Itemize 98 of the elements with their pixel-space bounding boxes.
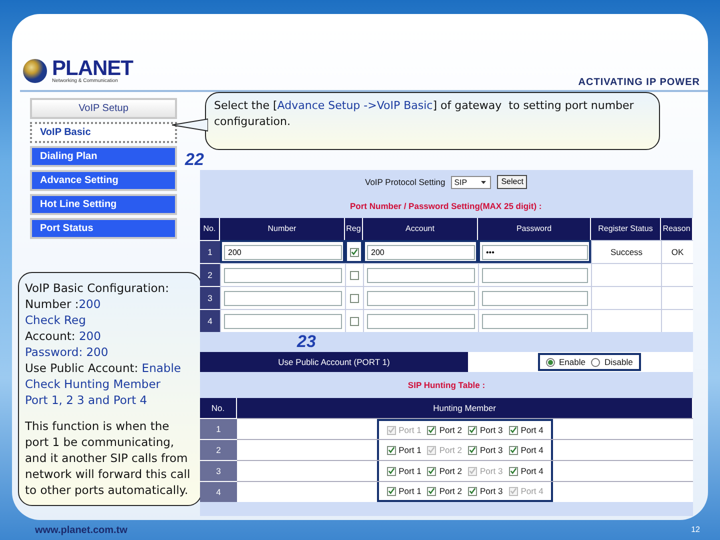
member-checkbox[interactable]: Port 4 (508, 424, 544, 436)
reg-checkbox[interactable] (350, 248, 359, 256)
table-cell (661, 263, 693, 286)
row-number: 1 (200, 418, 237, 439)
column-header: Password (478, 218, 591, 240)
row-number: 4 (200, 481, 237, 502)
password-field[interactable] (482, 290, 588, 306)
account-field[interactable] (367, 314, 475, 328)
checkmark-icon (469, 426, 476, 434)
step-number: 22 (185, 150, 204, 170)
menu-item[interactable]: Port Status (30, 218, 177, 239)
number-field[interactable] (224, 290, 342, 306)
row-number: 3 (200, 286, 220, 309)
table-cell (661, 286, 693, 309)
field-label: VoIP Protocol Setting (365, 176, 446, 188)
password-field[interactable]: ••• (482, 244, 588, 260)
note-line: VoIP Basic Configuration: (25, 280, 170, 296)
column-header: Hunting Member (237, 398, 693, 418)
checkmark-icon (351, 248, 358, 256)
table-cell: OK (661, 240, 693, 263)
member-checkbox[interactable]: Port 2 (427, 424, 462, 436)
row-label: Use Public Account (PORT 1) (200, 352, 468, 372)
number-field[interactable] (224, 314, 342, 328)
note-line: Use Public Account: Enable (25, 360, 182, 376)
column-header: Account (363, 218, 478, 240)
checkmark-icon (428, 446, 436, 454)
row-number: 2 (200, 263, 220, 286)
select-button[interactable]: Select (497, 175, 528, 189)
radio-option[interactable]: Disable (591, 356, 633, 368)
checkmark-icon (428, 467, 436, 475)
note-line: Number :200 (25, 296, 102, 312)
brand-name: PLANET (52, 58, 133, 79)
password-field[interactable] (482, 268, 588, 282)
account-field[interactable] (367, 290, 475, 306)
column-header: Reg (345, 218, 363, 240)
reg-checkbox[interactable] (350, 316, 359, 326)
member-checkbox[interactable]: Port 2 (427, 484, 462, 498)
slogan: ACTIVATING IP POWER (578, 76, 700, 90)
checkmark-icon (428, 487, 436, 495)
column-header: Number (220, 218, 345, 240)
account-field[interactable]: 200 (367, 244, 475, 260)
checkmark-icon (510, 426, 517, 434)
reg-checkbox[interactable] (350, 270, 359, 280)
column-header: No. (200, 398, 237, 418)
checkmark-icon (388, 467, 395, 475)
note-paragraph: This function is when the port 1 be communicating, and it another SIP calls from network will forward this call to other ports automatically. (25, 418, 192, 498)
account-field[interactable] (367, 268, 475, 282)
menu-item[interactable]: Hot Line Setting (30, 194, 177, 215)
website-url: www.planet.com.tw (35, 524, 128, 538)
checkmark-icon (510, 487, 517, 495)
callout-text: Select the [Advance Setup ->VoIP Basic] of gateway to setting port number configuration. (214, 98, 635, 130)
checkmark-icon (510, 446, 517, 454)
checkmark-icon (469, 467, 476, 475)
member-checkbox[interactable]: Port 4 (508, 464, 544, 478)
member-checkbox[interactable]: Port 3 (468, 444, 503, 456)
page-number: 12 (691, 524, 700, 536)
table-cell (661, 309, 693, 332)
checkmark-icon (388, 487, 395, 495)
checkmark-icon (510, 467, 517, 475)
checkmark-icon (469, 446, 476, 454)
note-line: Check Reg (25, 312, 87, 328)
note-line: Port 1, 2 3 and Port 4 (25, 392, 148, 408)
password-field[interactable] (482, 314, 588, 328)
member-checkbox[interactable]: Port 1 (386, 484, 422, 498)
member-checkbox[interactable]: Port 4 (508, 444, 544, 456)
reg-checkbox[interactable] (350, 294, 359, 302)
row-number: 1 (200, 240, 220, 263)
member-checkbox[interactable]: Port 1 (386, 444, 422, 456)
note-line: Check Hunting Member (25, 376, 162, 392)
table-cell: Success (591, 240, 661, 263)
menu-item[interactable]: VoIP Basic (30, 122, 177, 143)
column-header: Register Status (591, 218, 661, 240)
section-title: SIP Hunting Table : (406, 379, 486, 392)
checkmark-icon (388, 446, 395, 454)
number-field[interactable] (224, 268, 342, 282)
column-header: Reason (661, 218, 693, 240)
row-number: 4 (200, 309, 220, 332)
member-checkbox[interactable]: Port 3 (468, 484, 503, 498)
menu-item[interactable]: Advance Setting (30, 170, 177, 191)
protocol-dropdown[interactable]: SIP (451, 176, 492, 188)
checkmark-icon (428, 426, 436, 434)
column-header: No. (200, 218, 220, 240)
checkmark-icon (388, 426, 395, 434)
menu-heading: VoIP Setup (30, 98, 177, 119)
member-checkbox[interactable]: Port 1 (386, 464, 422, 478)
globe-logo-icon (22, 58, 48, 84)
step-number: 23 (297, 332, 316, 351)
member-checkbox[interactable]: Port 3 (468, 424, 503, 436)
number-field[interactable]: 200 (224, 244, 342, 260)
radio-option[interactable]: Enable (546, 356, 586, 368)
note-line: Account: 200 (25, 328, 102, 344)
member-checkbox[interactable]: Port 2 (427, 464, 462, 478)
menu-item[interactable]: Dialing Plan (30, 146, 177, 167)
row-number: 2 (200, 439, 237, 460)
note-line: Password: 200 (25, 344, 110, 360)
checkmark-icon (469, 487, 476, 495)
row-number: 3 (200, 460, 237, 481)
section-title: Port Number / Password Setting(MAX 25 digit) : (349, 200, 543, 213)
